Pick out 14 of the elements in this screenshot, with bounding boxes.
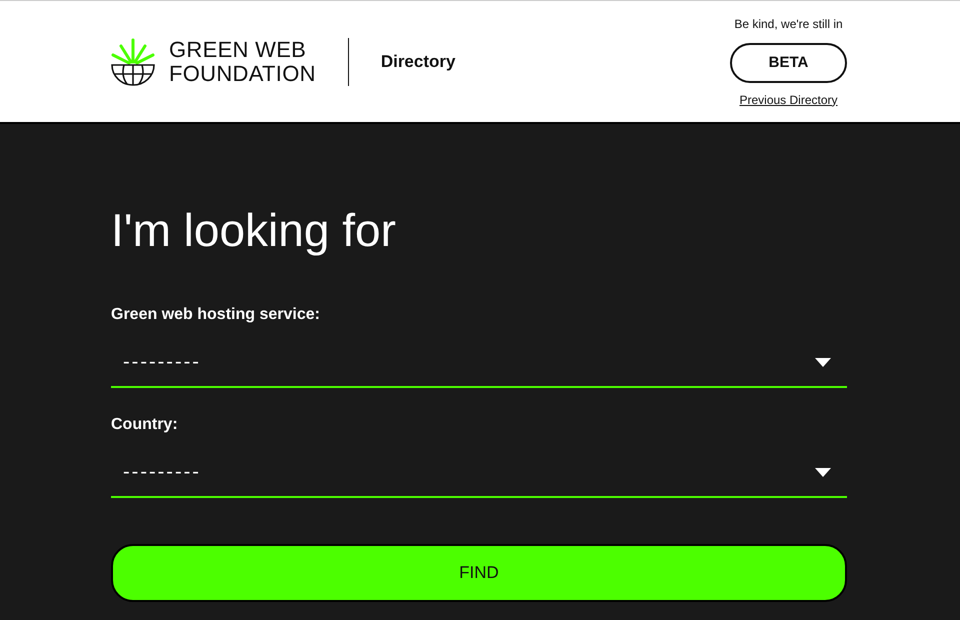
select-field[interactable]: --------- <box>111 448 847 498</box>
find-button[interactable]: FIND <box>111 544 847 602</box>
caret-icon <box>815 468 831 476</box>
field-label: Green web hosting service: <box>111 306 320 324</box>
beta-note: Be kind, we're still in <box>734 16 843 30</box>
field-label: Country: <box>111 416 178 434</box>
logo-text: GREEN WEB FOUNDATION <box>169 38 316 86</box>
page-heading: I'm looking for <box>111 203 397 258</box>
previous-directory-link[interactable]: Previous Directory <box>739 92 838 106</box>
select-field[interactable]: --------- <box>111 338 847 388</box>
caret-icon <box>815 358 831 366</box>
logo-icon <box>111 38 155 86</box>
section-title: Directory <box>380 52 456 72</box>
beta-button[interactable]: BETA <box>730 42 847 82</box>
